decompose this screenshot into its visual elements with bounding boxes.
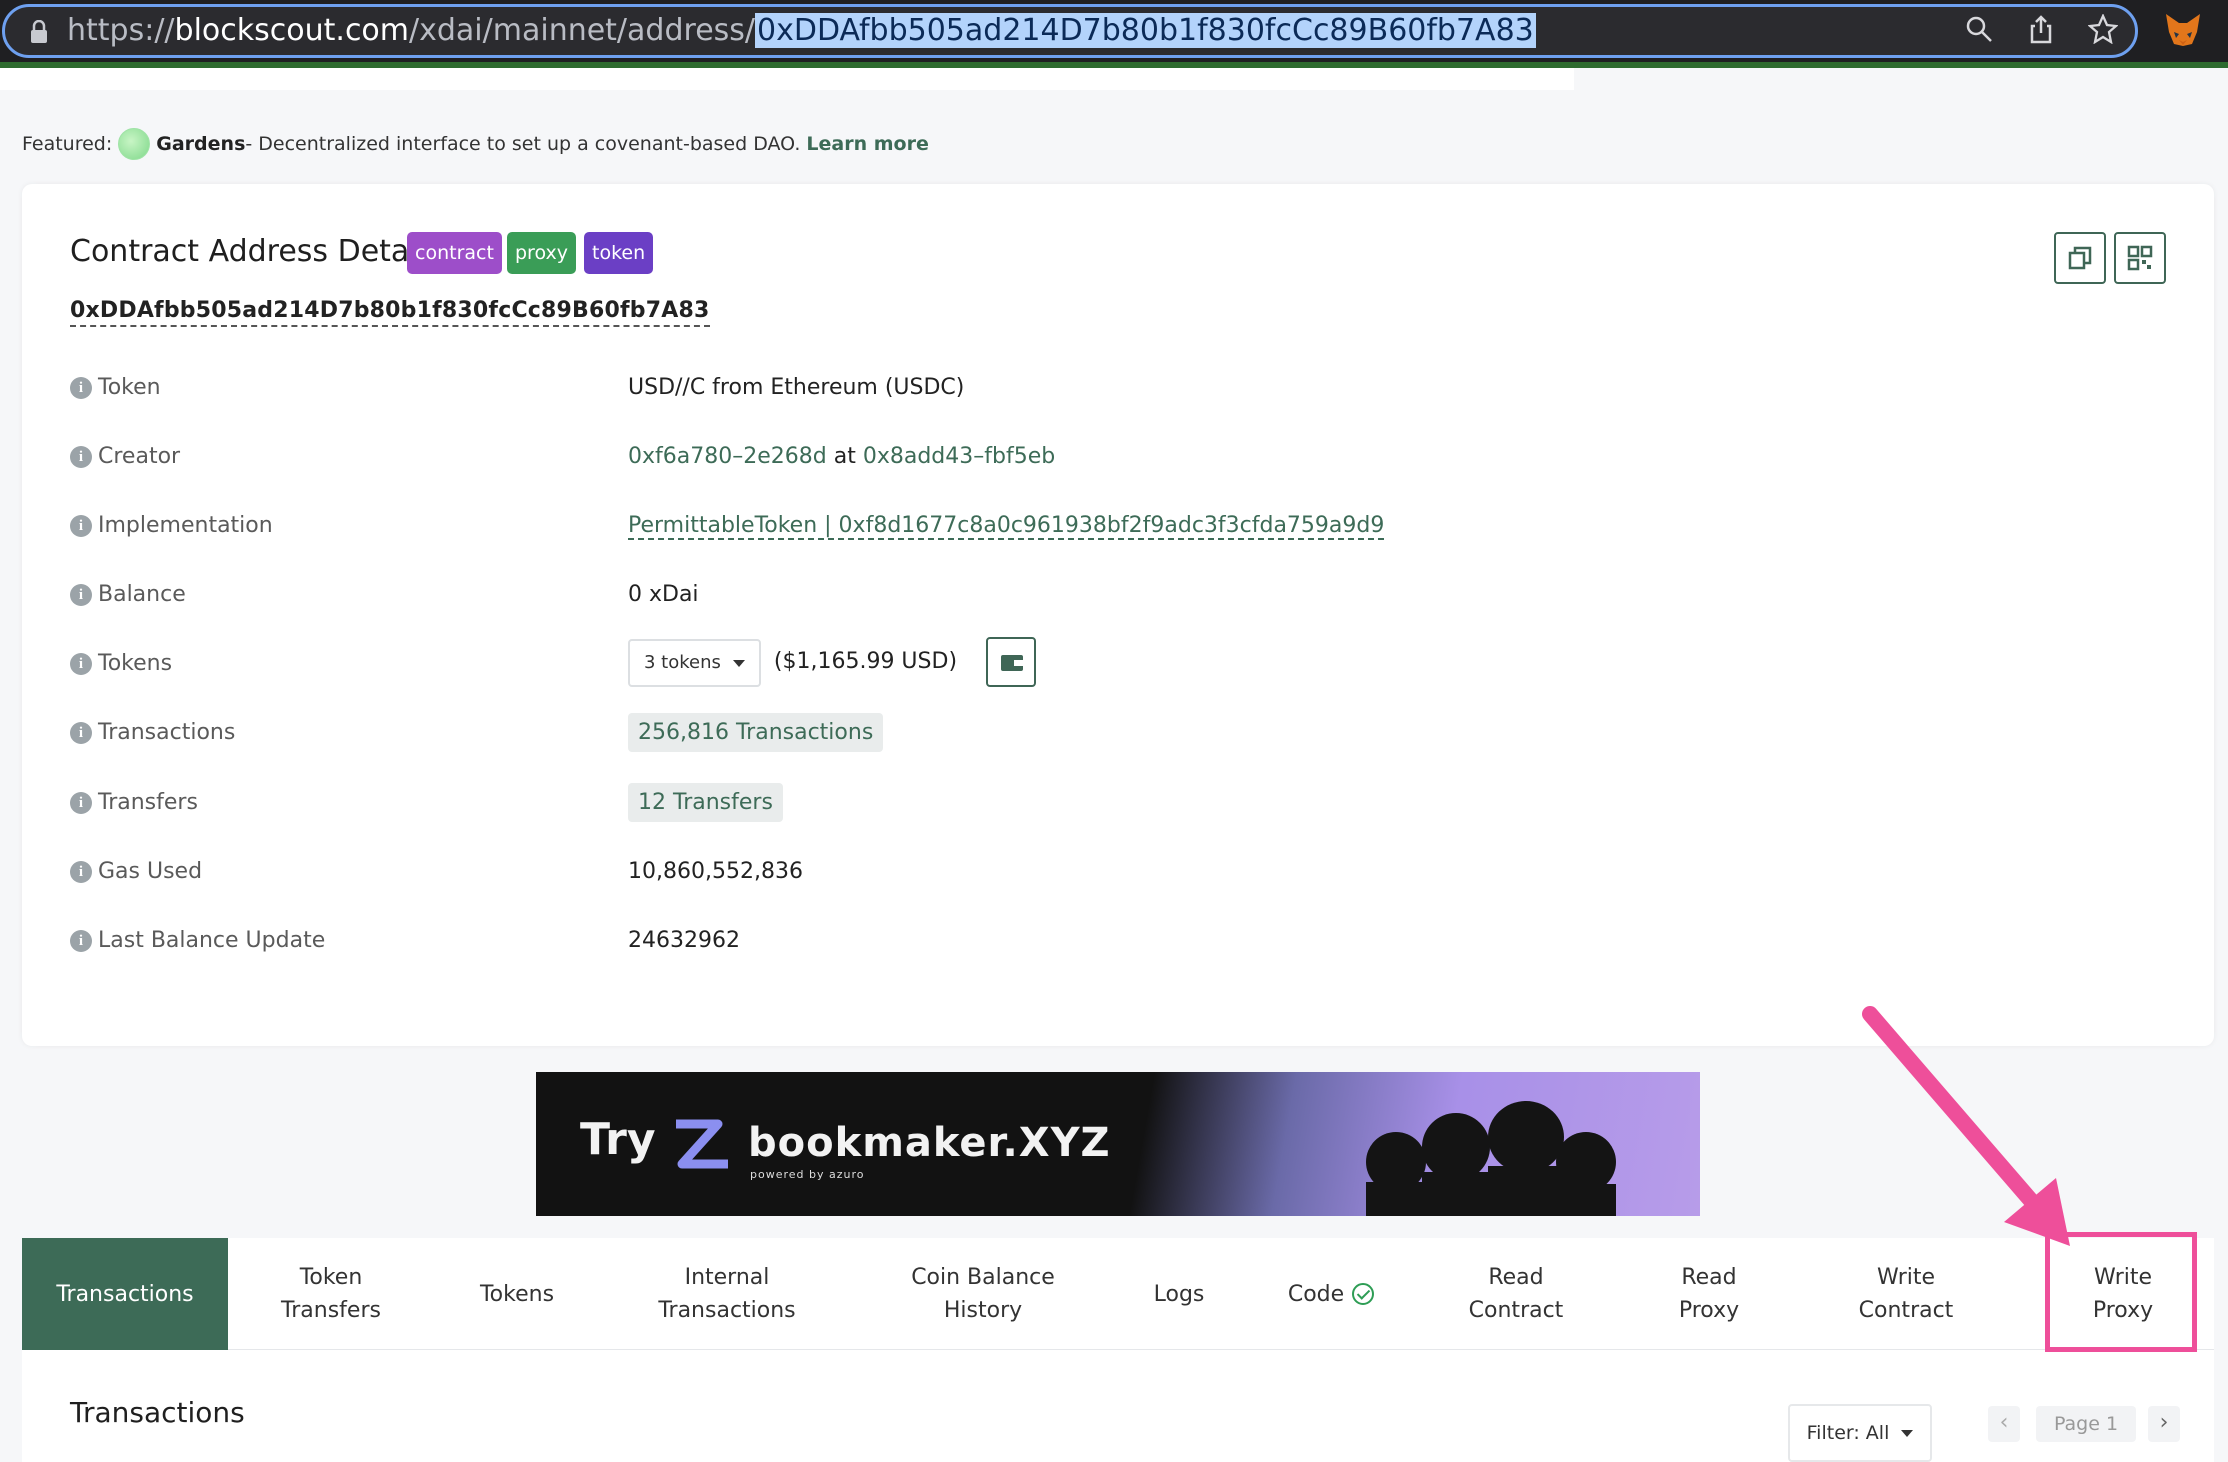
qr-code-button[interactable]	[2114, 232, 2166, 284]
token-link[interactable]: USD//C from Ethereum (USDC)	[628, 372, 964, 404]
row-label: Transfers	[98, 790, 198, 815]
info-icon[interactable]: i	[70, 792, 92, 814]
banner-try-text: Try	[580, 1114, 656, 1165]
badge-contract: contract	[407, 232, 502, 274]
tab-internal-transactions[interactable]: Internal Transactions	[600, 1238, 854, 1350]
page-title: Contract Address Details	[70, 234, 442, 269]
bookmaker-logo-icon	[676, 1119, 728, 1169]
chevron-down-icon	[1901, 1430, 1914, 1437]
pagination-current-page: Page 1	[2036, 1406, 2136, 1442]
row-last-balance-update: i Last Balance Update 24632962	[70, 921, 2170, 961]
gardens-logo-icon	[118, 128, 151, 160]
lock-icon	[31, 20, 47, 43]
row-label: Last Balance Update	[98, 928, 326, 953]
row-transfers: i Transfers 12 Transfers	[70, 783, 2170, 833]
ad-banner[interactable]: Try bookmaker.XYZ powered by azuro	[536, 1072, 1700, 1216]
row-label: Gas Used	[98, 859, 203, 884]
annotation-highlight-box	[2045, 1232, 2197, 1352]
metamask-fox-icon[interactable]	[2164, 12, 2202, 48]
verified-check-icon	[1352, 1283, 1375, 1305]
row-creator: i Creator 0xf6a780–2e268d at 0x8add43–fb…	[70, 437, 2170, 477]
contract-address[interactable]: 0xDDAfbb505ad214D7b80b1f830fcCc89B60fb7A…	[70, 298, 710, 327]
badge-token: token	[584, 232, 654, 274]
banner-powered-text: powered by azuro	[750, 1168, 865, 1181]
featured-prefix: Featured:	[22, 133, 113, 155]
tab-write-contract[interactable]: Write Contract	[1802, 1238, 2010, 1350]
qr-code-icon	[2127, 245, 2153, 271]
tab-coin-balance-history[interactable]: Coin Balance History	[854, 1238, 1112, 1350]
tokens-usd-value: ($1,165.99 USD)	[773, 649, 958, 674]
info-icon[interactable]: i	[70, 861, 92, 883]
url-text[interactable]: https://blockscout.com/xdai/mainnet/addr…	[67, 13, 1536, 49]
row-label: Transactions	[98, 720, 236, 745]
tab-logs[interactable]: Logs	[1112, 1238, 1246, 1350]
featured-description: - Decentralized interface to set up a co…	[245, 133, 801, 155]
implementation-link[interactable]: PermittableToken | 0xf8d1677c8a0c961938b…	[628, 513, 1385, 540]
filter-dropdown[interactable]: Filter: All	[1788, 1404, 1932, 1462]
info-icon[interactable]: i	[70, 377, 92, 399]
row-balance: i Balance 0 xDai	[70, 575, 2170, 615]
row-tokens: i Tokens 3 tokens ($1,165.99 USD)	[70, 637, 2170, 694]
tokens-dropdown-label: 3 tokens	[644, 652, 721, 673]
pagination-prev-button[interactable]: ‹	[1988, 1406, 2020, 1442]
row-transactions: i Transactions 256,816 Transactions	[70, 713, 2170, 763]
copy-icon	[2068, 246, 2092, 270]
tab-token-transfers[interactable]: Token Transfers	[228, 1238, 434, 1350]
section-title: Transactions	[70, 1396, 245, 1429]
row-label: Tokens	[98, 651, 173, 676]
zoom-icon[interactable]	[1964, 14, 1994, 44]
transactions-count-pill[interactable]: 256,816 Transactions	[628, 713, 884, 752]
info-icon[interactable]: i	[70, 930, 92, 952]
learn-more-link[interactable]: Learn more	[806, 133, 928, 155]
row-label: Implementation	[98, 513, 273, 538]
tab-tokens[interactable]: Tokens	[434, 1238, 600, 1350]
info-icon[interactable]: i	[70, 515, 92, 537]
creator-address-link[interactable]: 0xf6a780–2e268d	[628, 444, 827, 469]
gas-used-value: 10,860,552,836	[628, 859, 803, 884]
contract-details-card: Contract Address Details contract proxy …	[22, 184, 2214, 1046]
row-implementation: i Implementation PermittableToken | 0xf8…	[70, 506, 2170, 546]
tab-read-proxy[interactable]: Read Proxy	[1616, 1238, 1802, 1350]
tab-code[interactable]: Code	[1246, 1238, 1416, 1350]
info-icon[interactable]: i	[70, 584, 92, 606]
creator-at-text: at	[826, 444, 863, 469]
creation-tx-link[interactable]: 0x8add43–fbf5eb	[863, 444, 1055, 469]
transfers-count-pill[interactable]: 12 Transfers	[628, 783, 783, 822]
info-icon[interactable]: i	[70, 446, 92, 468]
wallet-icon	[1001, 655, 1024, 671]
wallet-button[interactable]	[986, 637, 1037, 687]
row-label: Token	[98, 375, 161, 400]
banner-characters-image	[1366, 1101, 1616, 1216]
info-icon[interactable]: i	[70, 722, 92, 744]
address-tabs: Transactions Token Transfers Tokens Inter…	[22, 1238, 2214, 1350]
featured-banner: Featured: Gardens - Decentralized interf…	[22, 128, 929, 160]
address-bar[interactable]: https://blockscout.com/xdai/mainnet/addr…	[2, 4, 2138, 58]
share-icon[interactable]	[2026, 14, 2056, 44]
row-gas-used: i Gas Used 10,860,552,836	[70, 852, 2170, 892]
row-label: Balance	[98, 582, 186, 607]
row-label: Creator	[98, 444, 181, 469]
tab-transactions[interactable]: Transactions	[22, 1238, 228, 1350]
tab-read-contract[interactable]: Read Contract	[1416, 1238, 1616, 1350]
last-balance-block-link[interactable]: 24632962	[628, 925, 740, 957]
copy-address-button[interactable]	[2054, 232, 2106, 284]
info-icon[interactable]: i	[70, 653, 92, 675]
filter-label: Filter: All	[1806, 1422, 1890, 1444]
browser-toolbar: https://blockscout.com/xdai/mainnet/addr…	[0, 0, 2228, 68]
banner-brand-text: bookmaker.XYZ	[748, 1120, 1111, 1166]
featured-name: Gardens	[156, 133, 246, 155]
badge-proxy: proxy	[507, 232, 576, 274]
page-top-strip	[0, 68, 1574, 90]
transactions-section: Transactions Filter: All ‹ Page 1 ›	[22, 1350, 2214, 1462]
tokens-dropdown[interactable]: 3 tokens	[628, 639, 761, 687]
pagination-next-button[interactable]: ›	[2148, 1406, 2180, 1442]
balance-value: 0 xDai	[628, 582, 699, 607]
row-token: i Token USD//C from Ethereum (USDC)	[70, 368, 2170, 408]
chevron-down-icon	[732, 659, 745, 667]
star-icon[interactable]	[2088, 14, 2118, 44]
